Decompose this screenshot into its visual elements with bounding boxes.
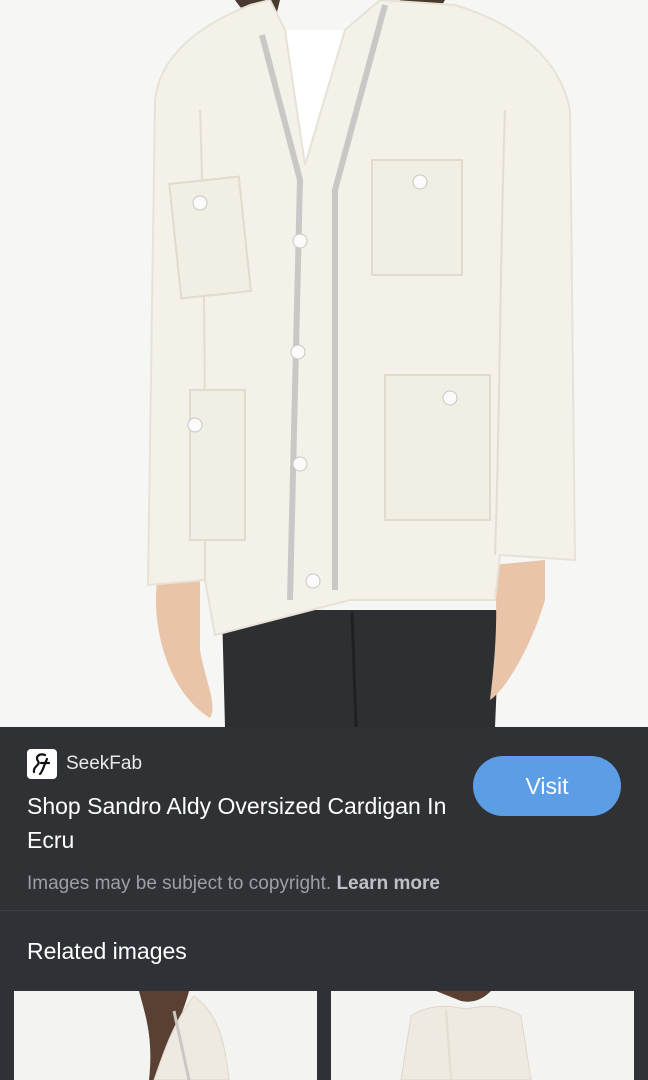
related-image-thumbnail[interactable] — [14, 991, 317, 1080]
source-name[interactable]: SeekFab — [66, 753, 142, 775]
copyright-text: Images may be subject to copyright. — [27, 873, 332, 894]
related-image-thumbnail[interactable] — [331, 991, 634, 1080]
learn-more-link[interactable]: Learn more — [336, 873, 439, 894]
copyright-notice: Images may be subject to copyright. Lear… — [27, 873, 440, 895]
product-image[interactable] — [0, 0, 648, 727]
seekfab-logo-icon — [27, 749, 57, 779]
related-images-heading: Related images — [27, 938, 187, 964]
source-row[interactable]: SeekFab — [27, 749, 142, 779]
result-info-panel: SeekFab Shop Sandro Aldy Oversized Cardi… — [0, 727, 648, 910]
divider — [0, 910, 648, 911]
visit-button[interactable]: Visit — [473, 756, 621, 816]
result-title[interactable]: Shop Sandro Aldy Oversized Cardigan In E… — [27, 789, 467, 857]
